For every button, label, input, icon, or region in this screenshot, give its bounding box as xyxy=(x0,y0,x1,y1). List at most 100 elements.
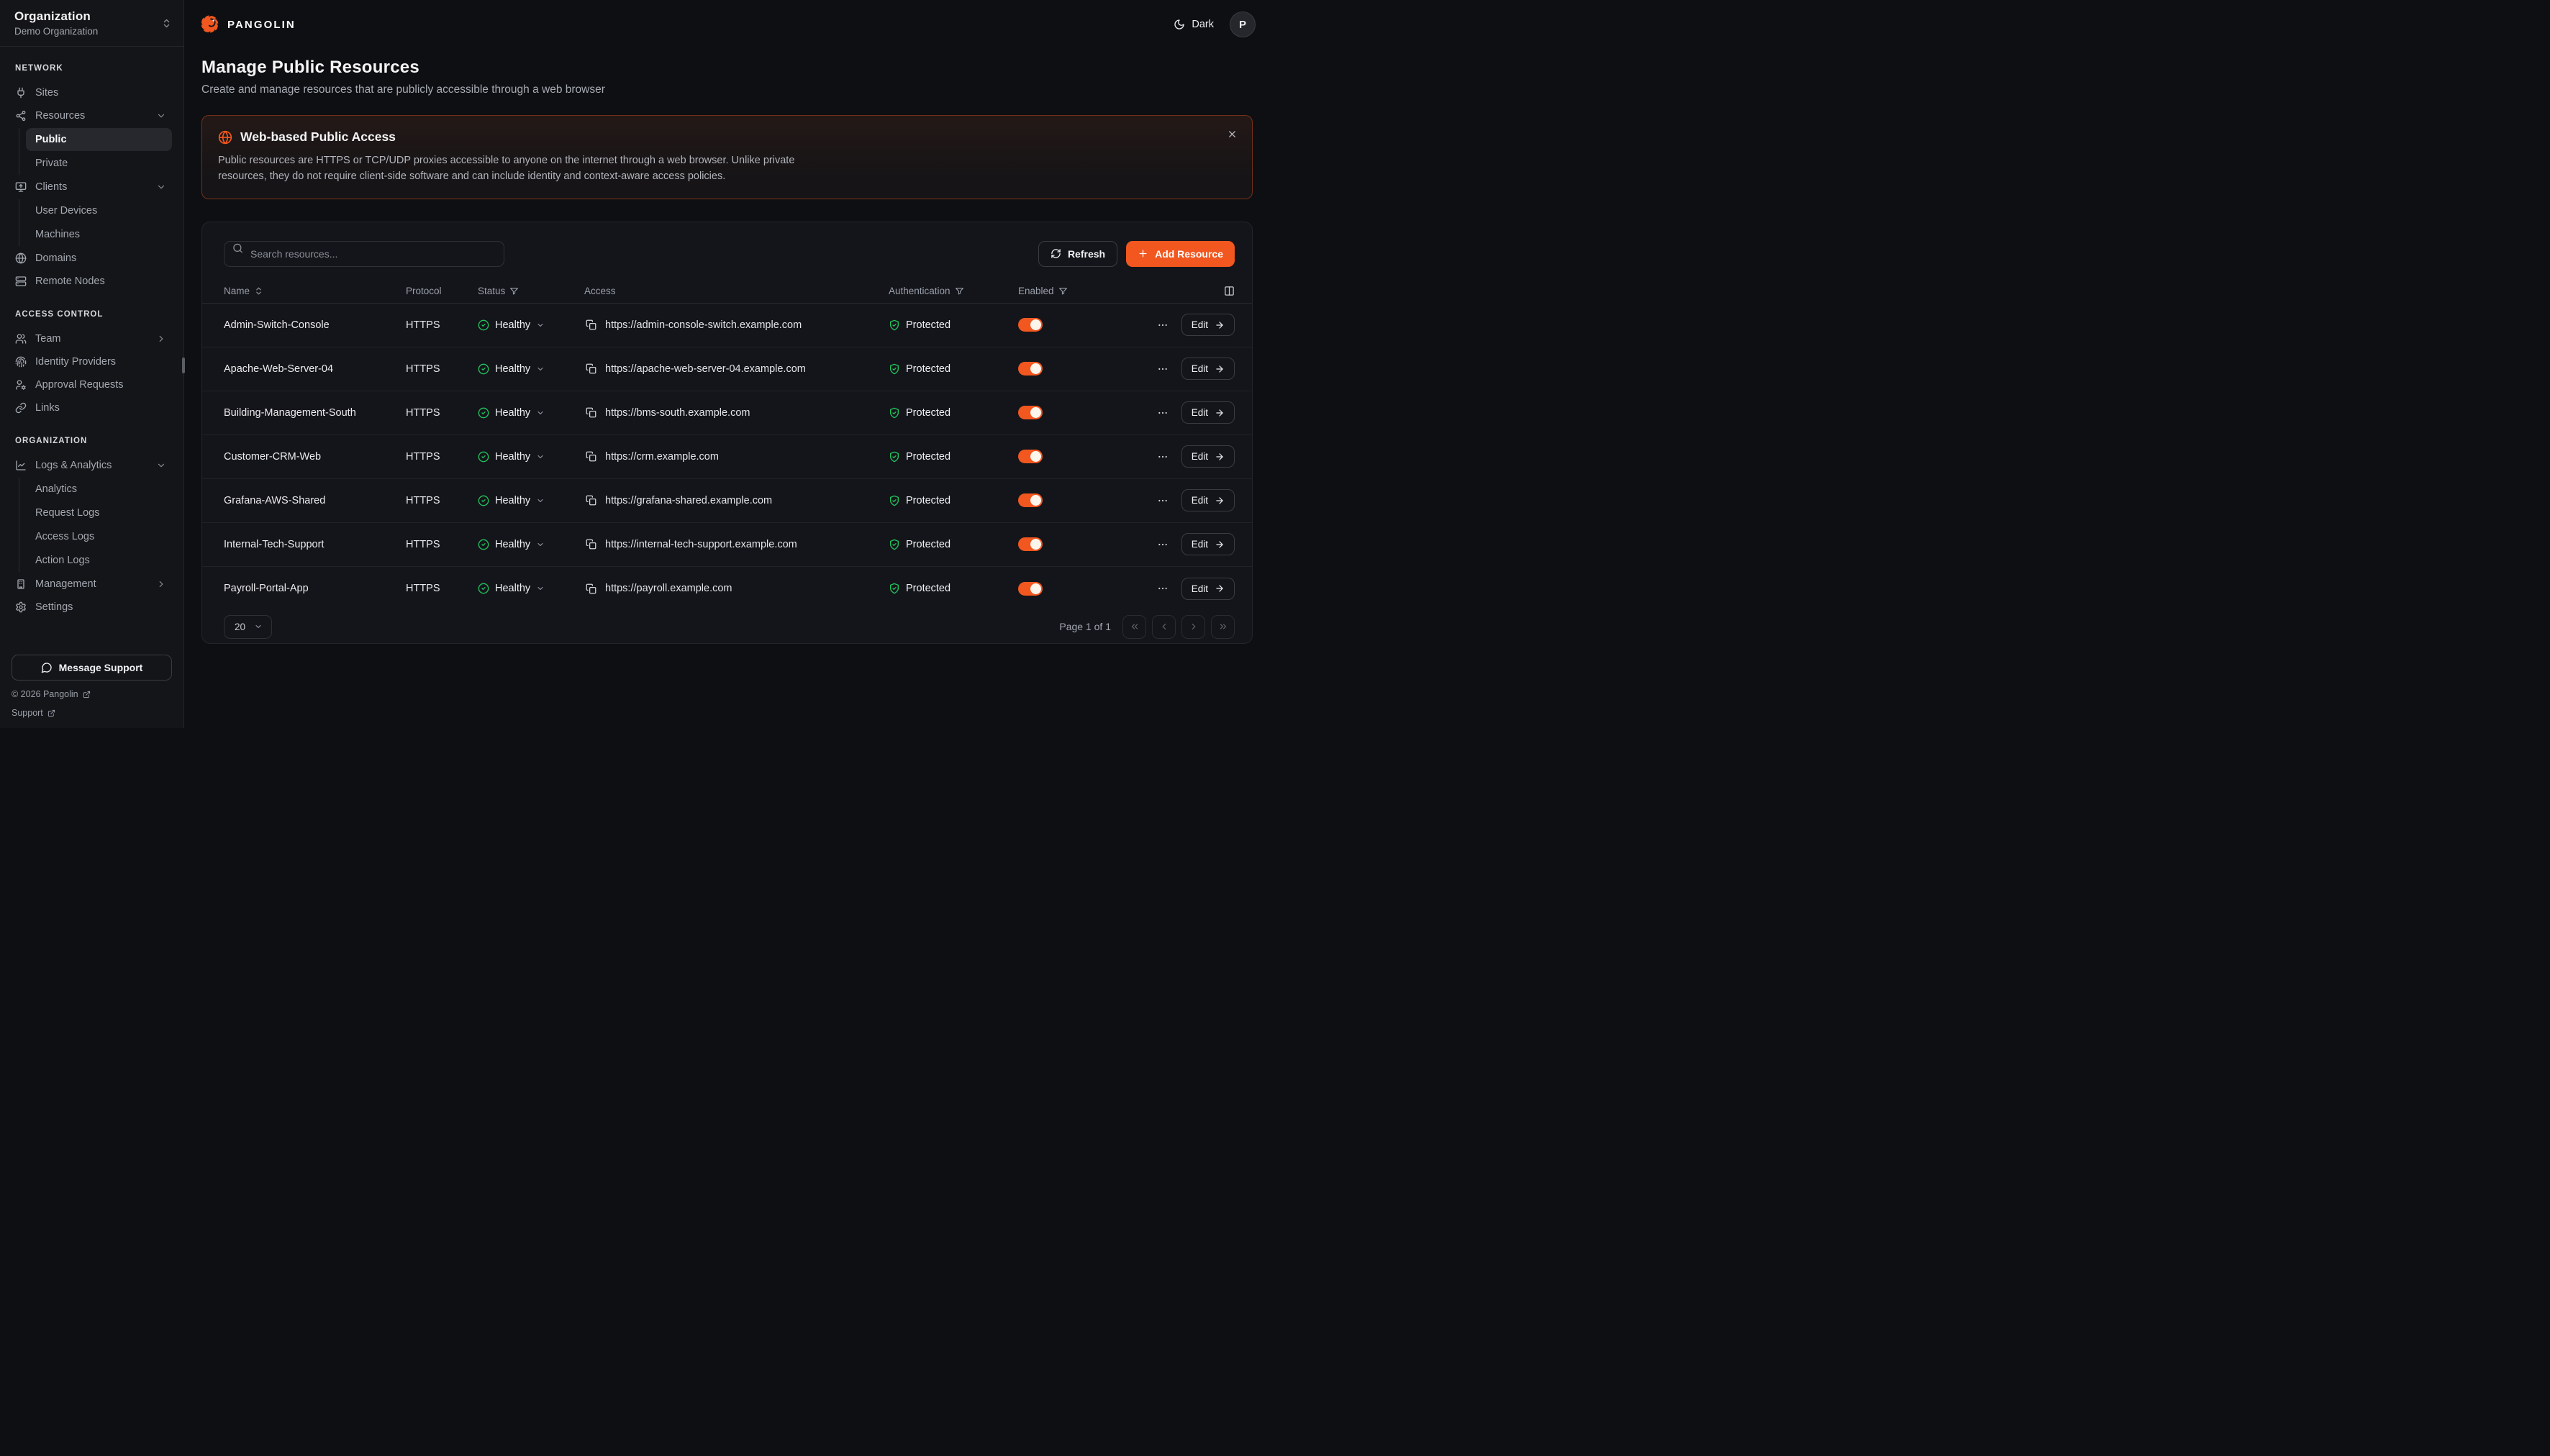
copy-url-button[interactable] xyxy=(584,318,598,332)
sidebar-item-label: Management xyxy=(35,578,148,590)
next-page-button[interactable] xyxy=(1181,615,1205,639)
previous-page-button[interactable] xyxy=(1152,615,1176,639)
sidebar-item-action-logs[interactable]: Action Logs xyxy=(26,549,172,572)
enabled-toggle[interactable] xyxy=(1018,318,1043,332)
table-row: Apache-Web-Server-04 HTTPS Healthy https… xyxy=(202,347,1252,391)
sidebar-item-public[interactable]: Public xyxy=(26,128,172,151)
status-dropdown[interactable]: Healthy xyxy=(478,583,584,594)
resource-url[interactable]: https://crm.example.com xyxy=(605,451,719,463)
edit-button[interactable]: Edit xyxy=(1181,314,1235,336)
banner-close-button[interactable] xyxy=(1224,126,1240,142)
resource-url[interactable]: https://grafana-shared.example.com xyxy=(605,495,772,506)
circle-check-icon xyxy=(478,495,489,506)
ellipsis-icon xyxy=(1157,539,1169,550)
first-page-button[interactable] xyxy=(1122,615,1146,639)
pagination: 20 Page 1 of 1 xyxy=(202,611,1252,643)
column-header-authentication[interactable]: Authentication xyxy=(889,286,1018,296)
message-support-button[interactable]: Message Support xyxy=(12,655,172,681)
page-size-select[interactable]: 20 xyxy=(224,615,272,639)
enabled-toggle[interactable] xyxy=(1018,537,1043,551)
copy-url-button[interactable] xyxy=(584,537,598,551)
auth-label: Protected xyxy=(906,495,950,506)
edit-button[interactable]: Edit xyxy=(1181,533,1235,555)
edit-button[interactable]: Edit xyxy=(1181,578,1235,600)
column-header-status[interactable]: Status xyxy=(478,286,584,296)
sidebar-item-links[interactable]: Links xyxy=(12,396,172,419)
resource-url[interactable]: https://payroll.example.com xyxy=(605,583,732,594)
row-menu-button[interactable] xyxy=(1156,406,1170,420)
status-dropdown[interactable]: Healthy xyxy=(478,495,584,506)
status-dropdown[interactable]: Healthy xyxy=(478,539,584,550)
status-dropdown[interactable]: Healthy xyxy=(478,407,584,419)
sidebar-item-clients[interactable]: Clients xyxy=(12,176,172,199)
status-dropdown[interactable]: Healthy xyxy=(478,363,584,375)
copy-url-button[interactable] xyxy=(584,406,598,419)
sidebar-item-settings[interactable]: Settings xyxy=(12,596,172,619)
enabled-toggle[interactable] xyxy=(1018,582,1043,596)
sidebar-resize-handle[interactable] xyxy=(182,358,185,373)
copy-url-button[interactable] xyxy=(584,450,598,463)
edit-button[interactable]: Edit xyxy=(1181,401,1235,424)
sidebar-item-approval-requests[interactable]: Approval Requests xyxy=(12,373,172,396)
enabled-toggle[interactable] xyxy=(1018,493,1043,507)
row-menu-button[interactable] xyxy=(1156,450,1170,464)
last-page-button[interactable] xyxy=(1211,615,1235,639)
chevron-down-icon xyxy=(536,409,545,417)
enabled-toggle[interactable] xyxy=(1018,450,1043,463)
row-menu-button[interactable] xyxy=(1156,581,1170,596)
column-header-enabled[interactable]: Enabled xyxy=(1018,286,1112,296)
sidebar-item-user-devices[interactable]: User Devices xyxy=(26,199,172,222)
sidebar-item-machines[interactable]: Machines xyxy=(26,223,172,246)
enabled-toggle[interactable] xyxy=(1018,406,1043,419)
copy-url-button[interactable] xyxy=(584,362,598,376)
status-dropdown[interactable]: Healthy xyxy=(478,451,584,463)
resource-url[interactable]: https://apache-web-server-04.example.com xyxy=(605,363,806,375)
resource-url[interactable]: https://bms-south.example.com xyxy=(605,407,750,419)
add-resource-label: Add Resource xyxy=(1155,248,1223,260)
brand[interactable]: PANGOLIN xyxy=(201,15,296,34)
column-header-name[interactable]: Name xyxy=(224,286,406,296)
sidebar-item-access-logs[interactable]: Access Logs xyxy=(26,525,172,548)
row-menu-button[interactable] xyxy=(1156,318,1170,332)
sidebar-item-sites[interactable]: Sites xyxy=(12,81,172,104)
chevron-right-icon xyxy=(156,579,166,589)
status-dropdown[interactable]: Healthy xyxy=(478,319,584,331)
sidebar-item-team[interactable]: Team xyxy=(12,327,172,350)
copyright-link[interactable]: © 2026 Pangolin xyxy=(12,689,172,699)
arrow-right-icon xyxy=(1215,496,1225,506)
sidebar-item-request-logs[interactable]: Request Logs xyxy=(26,501,172,524)
edit-button[interactable]: Edit xyxy=(1181,445,1235,468)
sidebar-item-resources[interactable]: Resources xyxy=(12,104,172,127)
sidebar-item-analytics[interactable]: Analytics xyxy=(26,478,172,501)
sidebar-item-logs-analytics[interactable]: Logs & Analytics xyxy=(12,454,172,477)
row-menu-button[interactable] xyxy=(1156,493,1170,508)
add-resource-button[interactable]: Add Resource xyxy=(1126,241,1235,267)
org-switcher[interactable]: Organization Demo Organization xyxy=(0,0,183,47)
sidebar-item-management[interactable]: Management xyxy=(12,573,172,596)
support-link[interactable]: Support xyxy=(12,708,172,718)
row-menu-button[interactable] xyxy=(1156,362,1170,376)
refresh-button[interactable]: Refresh xyxy=(1038,241,1117,267)
theme-toggle-button[interactable]: Dark xyxy=(1174,19,1214,30)
resource-url[interactable]: https://admin-console-switch.example.com xyxy=(605,319,802,331)
sidebar-item-private[interactable]: Private xyxy=(26,152,172,175)
column-settings-button[interactable] xyxy=(1112,286,1235,296)
search-input[interactable] xyxy=(224,241,504,267)
topbar: PANGOLIN Dark P xyxy=(184,0,1275,49)
edit-label: Edit xyxy=(1192,407,1208,418)
edit-button[interactable]: Edit xyxy=(1181,358,1235,380)
resource-url[interactable]: https://internal-tech-support.example.co… xyxy=(605,539,797,550)
sidebar-item-remote-nodes[interactable]: Remote Nodes xyxy=(12,270,172,293)
copy-url-button[interactable] xyxy=(584,493,598,507)
copy-url-button[interactable] xyxy=(584,582,598,596)
ellipsis-icon xyxy=(1157,451,1169,463)
edit-button[interactable]: Edit xyxy=(1181,489,1235,511)
search-icon xyxy=(232,242,243,253)
row-menu-button[interactable] xyxy=(1156,537,1170,552)
sidebar-item-identity-providers[interactable]: Identity Providers xyxy=(12,350,172,373)
avatar[interactable]: P xyxy=(1230,12,1256,37)
resource-name: Apache-Web-Server-04 xyxy=(224,363,406,375)
enabled-toggle[interactable] xyxy=(1018,362,1043,376)
sidebar-item-domains[interactable]: Domains xyxy=(12,247,172,270)
row-actions: Edit xyxy=(1112,401,1235,424)
